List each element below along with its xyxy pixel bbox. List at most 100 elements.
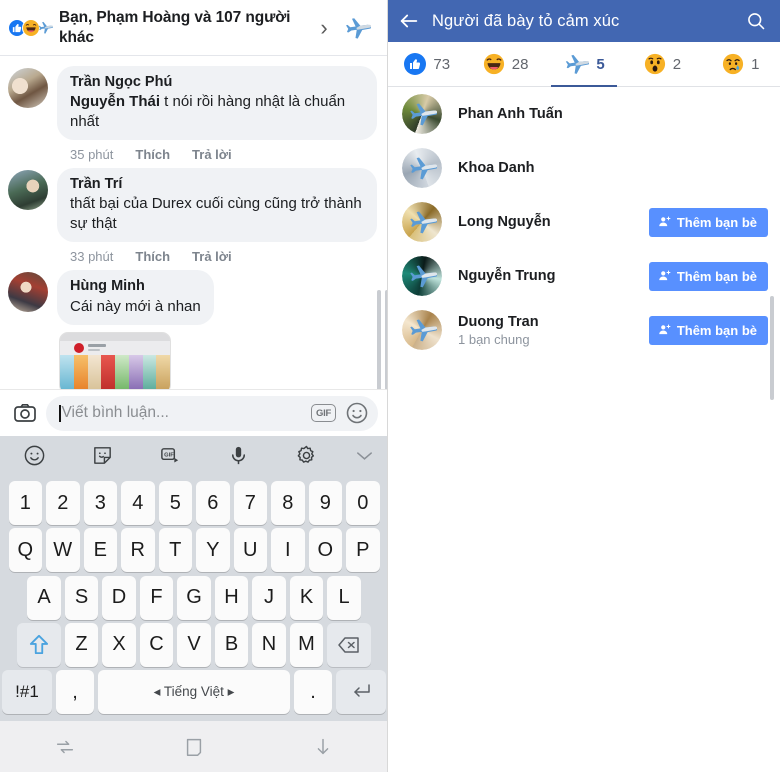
avatar[interactable] <box>402 94 442 134</box>
comma-key[interactable]: , <box>56 670 94 714</box>
home-square-icon[interactable] <box>129 736 258 758</box>
key-6[interactable]: 6 <box>196 481 230 525</box>
list-item[interactable]: Khoa Danh <box>388 141 780 195</box>
person-name[interactable]: Phan Anh Tuấn <box>458 105 768 124</box>
back-arrow-icon[interactable] <box>398 10 432 32</box>
microphone-icon[interactable] <box>204 444 272 467</box>
key-4[interactable]: 4 <box>121 481 155 525</box>
key-c[interactable]: C <box>139 622 174 667</box>
gif-icon[interactable]: GIF <box>311 404 336 422</box>
key-f[interactable]: F <box>139 575 174 620</box>
shift-up-arrow-icon[interactable] <box>16 622 61 667</box>
list-item[interactable]: Phan Anh Tuấn <box>388 87 780 141</box>
key-h[interactable]: H <box>214 575 249 620</box>
key-2[interactable]: 2 <box>46 481 80 525</box>
recents-icon[interactable] <box>0 736 129 758</box>
comment-photo-attachment[interactable] <box>59 331 171 389</box>
key-9[interactable]: 9 <box>308 481 342 525</box>
key-5[interactable]: 5 <box>158 481 192 525</box>
key-x[interactable]: X <box>102 622 136 667</box>
comment-item[interactable]: Hùng Minh Cái này mới à nhan <box>0 266 387 389</box>
key-d[interactable]: D <box>102 575 136 620</box>
space-key[interactable]: ◂ Tiếng Việt ▸ <box>98 670 290 714</box>
search-icon[interactable] <box>740 11 766 31</box>
key-g[interactable]: G <box>177 575 211 620</box>
key-o[interactable]: O <box>308 528 342 573</box>
plane-icon-large[interactable] <box>337 14 377 42</box>
avatar[interactable] <box>402 310 442 350</box>
settings-gear-icon[interactable] <box>272 444 340 467</box>
chevron-right-icon[interactable]: › <box>311 16 337 39</box>
comment-like-action[interactable]: Thích <box>135 249 170 264</box>
tab-plane[interactable]: 5 <box>545 42 623 87</box>
key-p[interactable]: P <box>346 528 380 573</box>
comment-input[interactable]: Viết bình luận... GIF <box>46 395 378 431</box>
comment-author[interactable]: Hùng Minh <box>70 277 201 296</box>
key-i[interactable]: I <box>271 528 305 573</box>
comment-like-action[interactable]: Thích <box>135 147 170 162</box>
add-friend-button[interactable]: Thêm bạn bè <box>648 315 768 345</box>
avatar[interactable] <box>8 68 48 108</box>
person-name[interactable]: Duong Tran <box>458 313 649 332</box>
key-7[interactable]: 7 <box>233 481 267 525</box>
key-k[interactable]: K <box>289 575 324 620</box>
avatar[interactable] <box>402 148 442 188</box>
comment-item[interactable]: Trần Trí thất bại của Durex cuối cùng cũ… <box>0 164 387 266</box>
period-key[interactable]: . <box>294 670 332 714</box>
sticker-icon[interactable] <box>68 444 136 467</box>
key-n[interactable]: N <box>252 622 286 667</box>
person-name[interactable]: Nguyễn Trung <box>458 267 649 286</box>
post-reactions-header[interactable]: Bạn, Phạm Hoàng và 107 người khác › <box>0 0 387 56</box>
camera-icon[interactable] <box>9 401 41 425</box>
people-list-scrollbar[interactable] <box>770 296 774 400</box>
comment-reply-action[interactable]: Trả lời <box>192 249 232 264</box>
emoji-icon[interactable] <box>0 444 68 467</box>
key-0[interactable]: 0 <box>346 481 380 525</box>
key-t[interactable]: T <box>158 528 192 573</box>
avatar[interactable] <box>402 256 442 296</box>
key-3[interactable]: 3 <box>83 481 117 525</box>
symbols-key[interactable]: !#1 <box>2 670 52 714</box>
key-m[interactable]: M <box>289 622 324 667</box>
comment-reply-action[interactable]: Trả lời <box>192 147 232 162</box>
list-item[interactable]: Nguyễn Trung Thêm bạn bè <box>388 249 780 303</box>
comment-author[interactable]: Trần Trí <box>70 175 364 194</box>
key-q[interactable]: Q <box>8 528 42 573</box>
tab-wow[interactable]: 2 <box>623 42 701 86</box>
tab-like[interactable]: 73 <box>388 42 466 86</box>
key-s[interactable]: S <box>64 575 99 620</box>
person-name[interactable]: Khoa Danh <box>458 159 768 178</box>
tab-haha[interactable]: 28 <box>466 42 544 86</box>
list-item[interactable]: Long Nguyễn Thêm bạn bè <box>388 195 780 249</box>
avatar[interactable] <box>402 202 442 242</box>
key-8[interactable]: 8 <box>271 481 305 525</box>
gif-icon[interactable]: GIF <box>136 444 204 467</box>
comment-mention[interactable]: Nguyễn Thái <box>70 93 160 110</box>
key-z[interactable]: Z <box>64 622 99 667</box>
hide-keyboard-down-arrow-icon[interactable] <box>259 736 387 758</box>
person-name[interactable]: Long Nguyễn <box>458 213 649 232</box>
enter-return-icon[interactable] <box>336 670 386 714</box>
smiley-icon[interactable] <box>345 401 369 425</box>
comment-item[interactable]: Trần Ngọc Phú Nguyễn Thái t nói rồi hàng… <box>0 62 387 164</box>
add-friend-button[interactable]: Thêm bạn bè <box>648 207 768 237</box>
backspace-icon[interactable] <box>327 622 372 667</box>
key-b[interactable]: B <box>214 622 249 667</box>
key-y[interactable]: Y <box>196 528 230 573</box>
key-j[interactable]: J <box>252 575 286 620</box>
chevron-down-icon[interactable] <box>340 444 387 467</box>
key-e[interactable]: E <box>83 528 117 573</box>
avatar[interactable] <box>8 272 48 313</box>
key-w[interactable]: W <box>46 528 80 573</box>
key-r[interactable]: R <box>121 528 155 573</box>
add-friend-button[interactable]: Thêm bạn bè <box>648 261 768 291</box>
key-1[interactable]: 1 <box>8 481 42 525</box>
tab-sad[interactable]: 1 <box>702 42 780 86</box>
list-item[interactable]: Duong Tran 1 bạn chung Thêm bạn bè <box>388 303 780 357</box>
key-a[interactable]: A <box>27 575 61 620</box>
key-u[interactable]: U <box>233 528 267 573</box>
avatar[interactable] <box>8 170 48 211</box>
comment-author[interactable]: Trần Ngọc Phú <box>70 73 364 92</box>
key-v[interactable]: V <box>177 622 211 667</box>
key-l[interactable]: L <box>327 575 361 620</box>
